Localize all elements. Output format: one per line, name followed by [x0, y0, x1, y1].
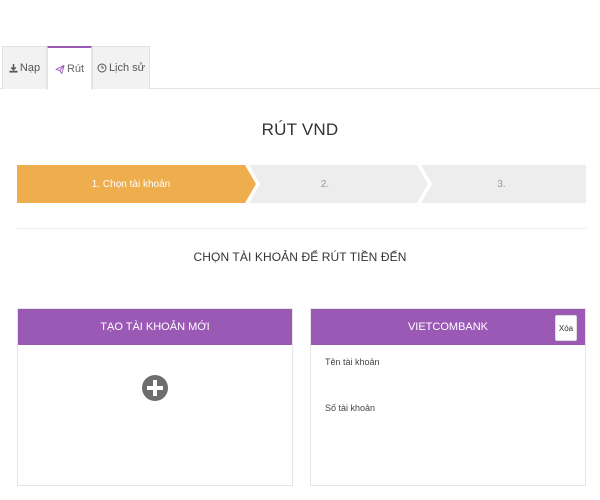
step-1-label: 1. Chọn tài khoản: [91, 178, 171, 190]
step-2-label: 2.: [320, 178, 330, 190]
divider: [17, 228, 586, 229]
account-number-label: Số tài khoản: [325, 403, 376, 413]
plus-circle-icon[interactable]: [142, 375, 168, 401]
account-name-label: Tên tài khoản: [325, 357, 380, 367]
tab-bar: Nạp Rút Lịch sử: [0, 46, 600, 90]
tab-nap-label: Nạp: [19, 62, 41, 74]
new-account-card[interactable]: TẠO TÀI KHOẢN MỚI: [17, 308, 293, 486]
tab-lich-su-label: Lịch sử: [108, 62, 146, 74]
bank-account-card-header: VIETCOMBANK Xóa: [311, 309, 585, 345]
tab-rut-label: Rút: [66, 63, 85, 75]
new-account-card-header: TẠO TÀI KHOẢN MỚI: [18, 309, 292, 345]
tab-lich-su[interactable]: Lịch sử: [92, 46, 150, 89]
paper-plane-icon: [55, 64, 65, 74]
step-3-label: 3.: [497, 178, 506, 190]
bank-account-card[interactable]: VIETCOMBANK Xóa Tên tài khoản Số tài kho…: [310, 308, 586, 486]
tab-rut[interactable]: Rút: [47, 46, 92, 90]
step-progress: 1. Chọn tài khoản 2. 3.: [17, 165, 586, 203]
tab-nap[interactable]: Nạp: [2, 46, 47, 89]
page-title: RÚT VND: [261, 120, 339, 139]
delete-button[interactable]: Xóa: [555, 315, 577, 341]
download-icon: [9, 63, 18, 73]
bank-name: VIETCOMBANK: [407, 321, 489, 333]
new-account-card-title: TẠO TÀI KHOẢN MỚI: [100, 321, 210, 333]
history-icon: [97, 63, 107, 73]
section-title: CHỌN TÀI KHOẢN ĐỂ RÚT TIỀN ĐẾN: [193, 250, 407, 264]
